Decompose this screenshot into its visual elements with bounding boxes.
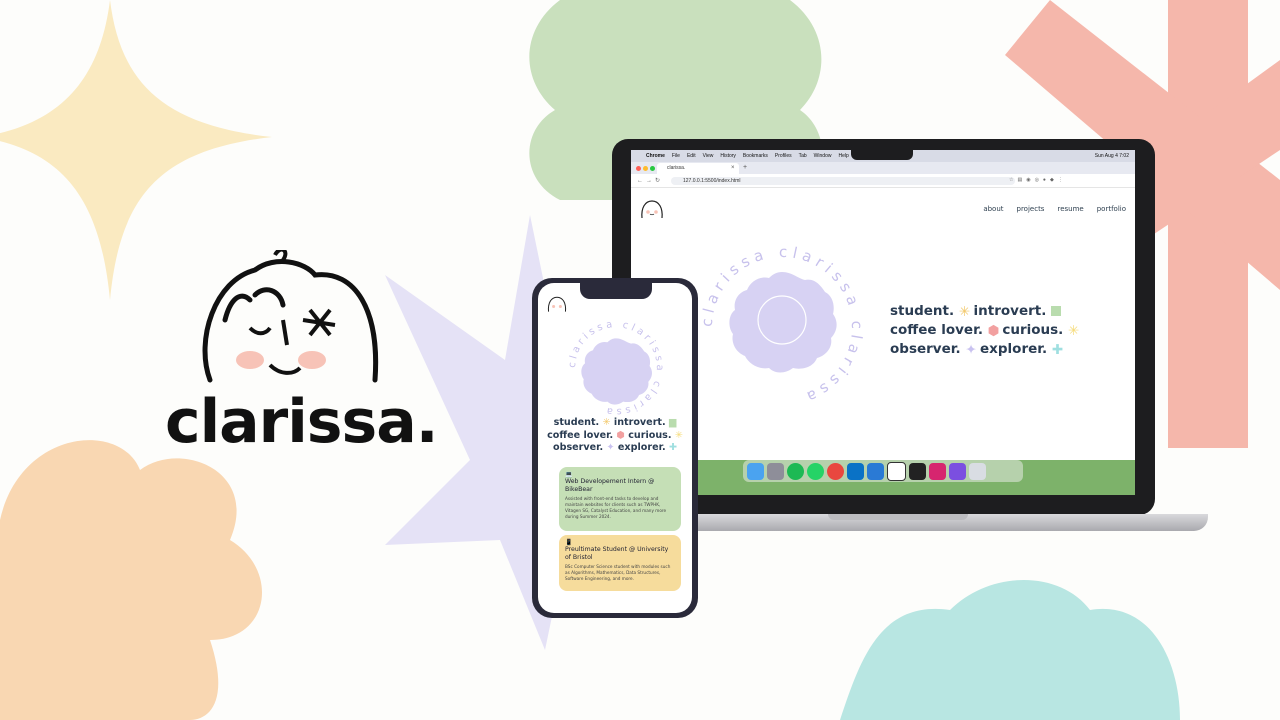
phone-word-student: student.: [553, 417, 600, 428]
book-icon: [1051, 306, 1062, 316]
menu-tab[interactable]: Tab: [799, 153, 807, 159]
phone-word-explorer: explorer.: [617, 442, 666, 453]
menubar-clock: Sun Aug 4 7:02: [1094, 153, 1129, 159]
whatsapp-icon[interactable]: [807, 462, 824, 480]
hero-circle-graphic: clarissa clarissa clarissa: [698, 243, 861, 408]
menu-help[interactable]: Help: [838, 153, 848, 159]
outlook-icon[interactable]: [847, 462, 864, 480]
menu-profiles[interactable]: Profiles: [775, 153, 792, 159]
menu-history[interactable]: History: [720, 153, 736, 159]
phone-site-logo-icon[interactable]: [546, 293, 568, 315]
experience-card-university[interactable]: 📱 Preultimate Student @ University of Br…: [559, 535, 681, 591]
tagline-line-3: observer. ✦ explorer. ✚: [890, 340, 1078, 359]
menubar-app-name[interactable]: Chrome: [646, 153, 665, 159]
vscode-icon[interactable]: [867, 462, 884, 480]
phone-word-coffee-lover: coffee lover.: [547, 429, 614, 441]
tab-close-icon[interactable]: ×: [731, 163, 735, 174]
app-icon[interactable]: [909, 462, 926, 480]
word-observer: observer.: [890, 341, 961, 357]
phone-hexagon-icon: ⬢: [616, 429, 625, 441]
card-title: Preultimate Student @ University of Bris…: [565, 546, 669, 561]
phone-word-curious: curious.: [628, 429, 672, 441]
nav-about[interactable]: about: [983, 205, 1003, 213]
phone-screen: clarissa clarissa clarissa student. ✳ in…: [538, 283, 692, 613]
nav-portfolio[interactable]: portfolio: [1097, 205, 1126, 213]
close-window-button[interactable]: [636, 166, 641, 171]
intellij-icon[interactable]: [929, 462, 946, 480]
site-logo-icon[interactable]: [639, 196, 665, 222]
sun-icon: ✳: [958, 304, 971, 320]
sparkle-icon: ✳: [1068, 323, 1080, 339]
star-icon: ✦: [965, 342, 977, 358]
tagline-line-2: coffee lover. ⬢ curious. ✳: [890, 321, 1080, 340]
phone-book-icon: ▆: [669, 417, 677, 428]
nav-projects[interactable]: projects: [1017, 205, 1045, 213]
notion-icon[interactable]: [887, 461, 906, 481]
trash-icon[interactable]: [969, 462, 986, 480]
hero-tagline: student. ✳ introvert. coffee lover. ⬢ cu…: [890, 302, 1080, 359]
menu-bookmarks[interactable]: Bookmarks: [743, 153, 768, 159]
word-explorer: explorer.: [980, 341, 1048, 357]
mac-dock: [743, 460, 1023, 482]
word-introvert: introvert.: [973, 303, 1047, 319]
phone-star-icon: ✦: [606, 442, 615, 453]
maximize-window-button[interactable]: [650, 166, 655, 171]
phone-notch: [580, 283, 652, 299]
menu-view[interactable]: View: [703, 153, 714, 159]
phone-tagline: student. ✳ introvert. ▆ coffee lover. ⬢ …: [538, 417, 692, 455]
menu-window[interactable]: Window: [814, 153, 832, 159]
menu-file[interactable]: File: [672, 153, 680, 159]
word-curious: curious.: [1002, 322, 1064, 338]
phone-scalloped-circle: [581, 338, 652, 405]
card-title: Web Developement Intern @ BikeBear: [565, 478, 655, 493]
browser-nav-icons[interactable]: ←→↻: [637, 177, 663, 184]
phone-hero-graphic: clarissa clarissa clarissa: [567, 319, 662, 417]
teal-flower-shape: [840, 580, 1180, 720]
phone-emoji-icon: 📱: [565, 539, 573, 546]
word-student: student.: [890, 303, 955, 319]
phone-sun-icon: ✳: [602, 417, 611, 428]
brand-name: clarissa.: [165, 387, 438, 457]
card-description: BSc Computer Science student with module…: [565, 564, 671, 581]
phone-tagline-line-3: observer. ✦ explorer. ✚: [538, 442, 692, 455]
plus-icon: ✚: [1051, 342, 1064, 358]
phone-tagline-line-2: coffee lover. ⬢ curious. ✳: [538, 430, 692, 443]
hexagon-icon: ⬢: [987, 323, 1000, 339]
launchpad-icon[interactable]: [767, 462, 784, 480]
new-tab-icon[interactable]: +: [743, 162, 747, 174]
finder-icon[interactable]: [747, 462, 764, 480]
laptop-groove: [828, 514, 968, 520]
extension-icons[interactable]: ☆▤◉◎●◆⋮: [1009, 177, 1067, 183]
experience-card-internship[interactable]: 💻 Web Developement Intern @ BikeBear Ass…: [559, 467, 681, 531]
laptop-emoji-icon: 💻: [565, 471, 573, 478]
chrome-icon[interactable]: [827, 462, 844, 480]
phone-tagline-line-1: student. ✳ introvert. ▆: [538, 417, 692, 430]
site-nav: about projects resume portfolio: [983, 205, 1126, 213]
peach-flower-shape: [0, 440, 263, 720]
laptop-screen: Chrome File Edit View History Bookmarks …: [631, 150, 1135, 495]
brand-face-illustration: [202, 250, 379, 383]
minimize-window-button[interactable]: [643, 166, 648, 171]
spotify-icon[interactable]: [787, 462, 804, 480]
tagline-line-1: student. ✳ introvert.: [890, 302, 1078, 321]
canva-icon[interactable]: [949, 462, 966, 480]
phone-plus-icon: ✚: [668, 442, 677, 453]
phone-word-observer: observer.: [553, 442, 604, 453]
laptop-notch: [851, 146, 913, 160]
browser-tab[interactable]: clarissa.: [657, 163, 739, 174]
card-description: Assisted with front-end tasks to develop…: [565, 496, 667, 519]
url-field[interactable]: 127.0.0.1:5500/index.html: [671, 177, 1015, 185]
menu-edit[interactable]: Edit: [687, 153, 696, 159]
hero-scalloped-circle: [729, 272, 837, 373]
nav-resume[interactable]: resume: [1057, 205, 1083, 213]
word-coffee-lover: coffee lover.: [890, 322, 983, 338]
phone-sparkle-icon: ✳: [674, 429, 683, 441]
phone-word-introvert: introvert.: [613, 417, 666, 428]
